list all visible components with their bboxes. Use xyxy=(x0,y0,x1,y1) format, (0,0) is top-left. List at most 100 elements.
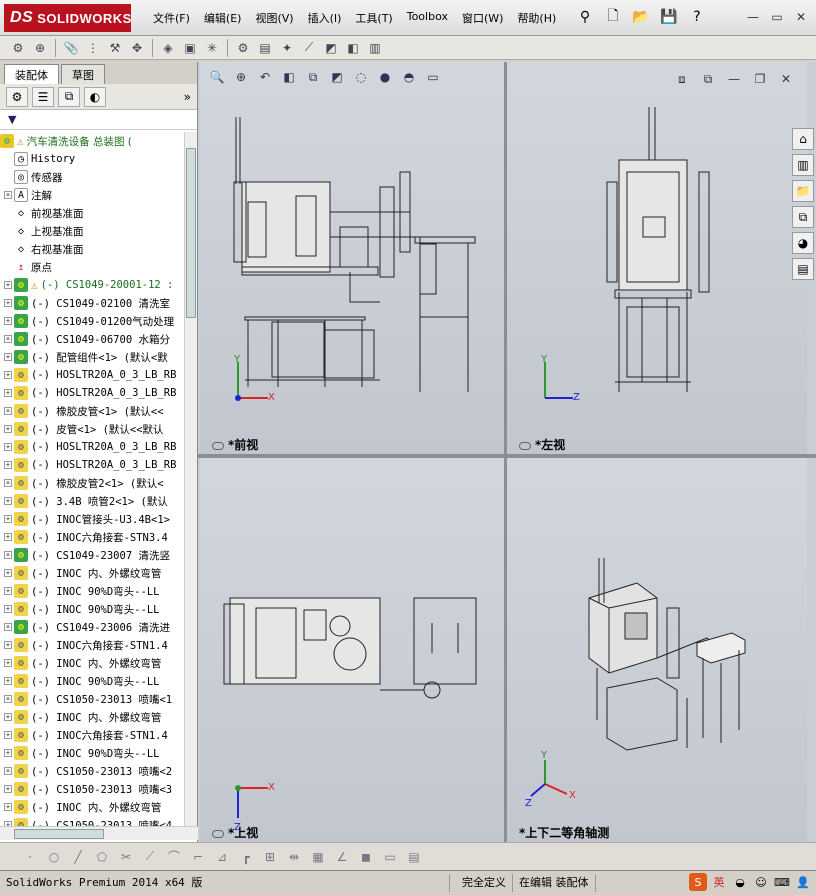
tree-item-component[interactable]: + ⚙ (-) INOC 内、外螺纹弯管 xyxy=(0,564,184,582)
menu-edit[interactable]: 编辑(E) xyxy=(197,8,249,28)
expand-icon[interactable]: + xyxy=(4,695,12,703)
keyboard-icon[interactable]: ⌨ xyxy=(773,873,791,891)
expand-icon[interactable]: + xyxy=(4,371,12,379)
expand-icon[interactable]: + xyxy=(4,353,12,361)
explode-line-sketch-icon[interactable]: ⟋ xyxy=(299,38,319,58)
design-library-icon[interactable]: ▥ xyxy=(792,154,814,176)
user-icon[interactable]: 👤 xyxy=(794,873,812,891)
viewport-top[interactable]: X Z *上视 xyxy=(200,458,504,842)
menu-tools[interactable]: 工具(T) xyxy=(348,8,399,28)
scrollbar-thumb[interactable] xyxy=(186,148,196,318)
mirror-icon[interactable]: ⊿ xyxy=(212,847,232,867)
hide-show-icon[interactable]: ◌ xyxy=(352,68,370,86)
emoji-icon[interactable]: ☺ xyxy=(752,873,770,891)
tree-item-component[interactable]: + ⚙ (-) INOC 90%D弯头--LL xyxy=(0,672,184,690)
expand-icon[interactable]: + xyxy=(4,713,12,721)
tree-item-component[interactable]: + ⚙ (-) HOSLTR20A_0_3_LB_RB xyxy=(0,456,184,474)
graphics-area[interactable]: 🔍 ⊕ ↶ ◧ ⧉ ◩ ◌ ● ◓ ▭ Y X *前视 ⧈ ⧉ — ❐ ✕ Y … xyxy=(198,62,816,842)
minimize-icon[interactable]: — xyxy=(725,70,743,88)
restore-icon[interactable]: ❐ xyxy=(751,70,769,88)
section-view-icon[interactable]: ◧ xyxy=(280,68,298,86)
tree-item-component[interactable]: + ⚙ (-) INOC 内、外螺纹弯管 xyxy=(0,798,184,816)
tree-item-component[interactable]: + ⚙ (-) INOC 90%D弯头--LL xyxy=(0,744,184,762)
expand-icon[interactable]: + xyxy=(4,407,12,415)
tree-item-component[interactable]: + ⚙ (-) HOSLTR20A_0_3_LB_RB xyxy=(0,438,184,456)
display-manager-icon[interactable]: ◐ xyxy=(84,86,106,107)
expand-icon[interactable]: + xyxy=(4,767,12,775)
home-icon[interactable]: ⌂ xyxy=(792,128,814,150)
expand-icon[interactable]: + xyxy=(4,641,12,649)
restore-button[interactable]: ▭ xyxy=(768,8,786,26)
scene-icon[interactable]: ◓ xyxy=(400,68,418,86)
expand-icon[interactable]: + xyxy=(4,533,12,541)
expand-icon[interactable]: + xyxy=(4,389,12,397)
edit-appearance-icon[interactable]: ● xyxy=(376,68,394,86)
extend-icon[interactable]: ⟋ xyxy=(140,847,160,867)
appearances-icon[interactable]: ◕ xyxy=(792,232,814,254)
tree-item-component[interactable]: + ⚙ (-) 橡胶皮管<1> (默认<< xyxy=(0,402,184,420)
tree-horizontal-scrollbar[interactable] xyxy=(0,826,198,840)
configuration-manager-icon[interactable]: ⧉ xyxy=(58,86,80,107)
expand-icon[interactable]: + xyxy=(4,479,12,487)
tree-item-component[interactable]: + ⚙ (-) INOC管接头-U3.4B<1> xyxy=(0,510,184,528)
table-icon[interactable]: ▤ xyxy=(404,847,424,867)
edit-component-icon[interactable]: ⚙ xyxy=(8,38,28,58)
tree-item-origin[interactable]: ↥ 原点 xyxy=(0,258,184,276)
tree-item-component[interactable]: + ⚙ (-) 3.4B 喷管2<1> (默认 xyxy=(0,492,184,510)
expand-icon[interactable]: + xyxy=(4,803,12,811)
menu-help[interactable]: 帮助(H) xyxy=(510,8,563,28)
expand-icon[interactable]: + xyxy=(4,677,12,685)
minimize-button[interactable]: — xyxy=(744,8,762,26)
tree-item-component[interactable]: + ⚙ (-) INOC 内、外螺纹弯管 xyxy=(0,708,184,726)
tree-item-component[interactable]: + ⚙ (-) HOSLTR20A_0_3_LB_RB xyxy=(0,366,184,384)
tree-item-right-plane[interactable]: ◇ 右视基准面 xyxy=(0,240,184,258)
point-icon[interactable]: · xyxy=(20,847,40,867)
view-orientation-icon[interactable]: ⧉ xyxy=(304,68,322,86)
tree-item-component[interactable]: + ⚙ (-) CS1049-06700 水箱分 xyxy=(0,330,184,348)
tree-item-component[interactable]: + ⚙ (-) CS1050-23013 喷嘴<3 xyxy=(0,780,184,798)
tree-item-component[interactable]: + ⚙ (-) INOC六角接套-STN3.4 xyxy=(0,528,184,546)
tree-item-component[interactable]: + ⚙ (-) CS1049-01200气动处理 xyxy=(0,312,184,330)
chevron-right-icon[interactable]: » xyxy=(184,90,191,104)
tree-item-component[interactable]: + ⚙ (-) 橡胶皮管2<1> (默认< xyxy=(0,474,184,492)
tree-item-component[interactable]: + ⚙ (-) CS1049-23007 清洗竖 xyxy=(0,546,184,564)
viewport-left[interactable]: ⧈ ⧉ — ❐ ✕ Y Z *左视 xyxy=(507,62,807,454)
circle-icon[interactable]: ○ xyxy=(44,847,64,867)
ime-language[interactable]: 英 xyxy=(710,873,728,891)
property-manager-icon[interactable]: ☰ xyxy=(32,86,54,107)
help-icon[interactable]: ? xyxy=(686,6,708,28)
zoom-area-icon[interactable]: ⊕ xyxy=(232,68,250,86)
expand-icon[interactable]: + xyxy=(4,551,12,559)
close-button[interactable]: ✕ xyxy=(792,8,810,26)
expand-icon[interactable]: + xyxy=(4,191,12,199)
view-palette-icon[interactable]: ⧉ xyxy=(792,206,814,228)
tree-item-component[interactable]: + ⚙ (-) INOC六角接套-STN1.4 xyxy=(0,636,184,654)
expand-icon[interactable]: + xyxy=(4,623,12,631)
angle-icon[interactable]: ∠ xyxy=(332,847,352,867)
menu-toolbox[interactable]: Toolbox xyxy=(400,8,455,28)
trim-icon[interactable]: ✂ xyxy=(116,847,136,867)
expand-icon[interactable]: + xyxy=(4,497,12,505)
offset-icon[interactable]: ⊞ xyxy=(260,847,280,867)
line-icon[interactable]: ╱ xyxy=(68,847,88,867)
rectangle-icon[interactable]: ▭ xyxy=(380,847,400,867)
pin-icon[interactable]: ⚲ xyxy=(574,6,596,28)
clearance-verification-icon[interactable]: ◧ xyxy=(343,38,363,58)
scrollbar-thumb[interactable] xyxy=(14,829,104,839)
expand-icon[interactable]: + xyxy=(4,281,12,289)
expand-icon[interactable]: + xyxy=(4,299,12,307)
menu-file[interactable]: 文件(F) xyxy=(146,8,197,28)
viewport-link-icon[interactable]: ⧈ xyxy=(673,70,691,88)
expand-icon[interactable]: + xyxy=(4,605,12,613)
menu-window[interactable]: 窗口(W) xyxy=(455,8,510,28)
show-hidden-icon[interactable]: ◈ xyxy=(158,38,178,58)
previous-view-icon[interactable]: ↶ xyxy=(256,68,274,86)
expand-icon[interactable]: + xyxy=(4,731,12,739)
close-icon[interactable]: ✕ xyxy=(777,70,795,88)
tree-item-history[interactable]: ◷ History xyxy=(0,150,184,168)
save-icon[interactable]: 💾 xyxy=(658,6,680,28)
tree-item-top-plane[interactable]: ◇ 上视基准面 xyxy=(0,222,184,240)
expand-icon[interactable]: + xyxy=(4,461,12,469)
sogou-icon[interactable]: S xyxy=(689,873,707,891)
expand-icon[interactable]: + xyxy=(4,443,12,451)
